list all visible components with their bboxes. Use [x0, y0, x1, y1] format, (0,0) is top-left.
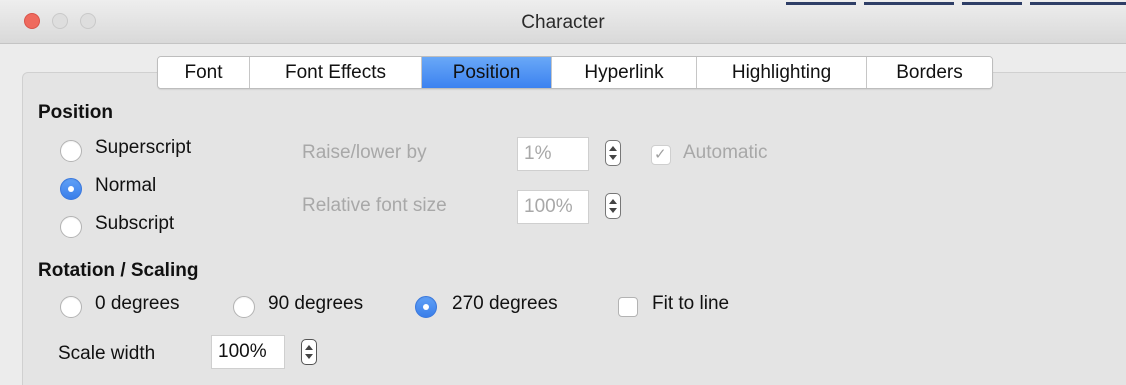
raise-lower-label: Raise/lower by — [302, 142, 427, 163]
raise-lower-stepper[interactable] — [605, 140, 621, 166]
checkmark-icon: ✓ — [654, 146, 667, 163]
title-bar: Character — [0, 0, 1126, 44]
relative-font-size-label: Relative font size — [302, 195, 447, 216]
rotation-0-label: 0 degrees — [95, 293, 180, 314]
tab-font[interactable]: Font — [158, 57, 250, 88]
rotation-90-label: 90 degrees — [268, 293, 364, 314]
rotation-270-radio[interactable] — [415, 296, 437, 318]
scale-width-stepper[interactable] — [301, 339, 317, 365]
rotation-90-radio[interactable] — [233, 296, 255, 318]
tab-bar: Font Font Effects Position Hyperlink Hig… — [157, 56, 993, 89]
rotation-scaling-heading: Rotation / Scaling — [38, 260, 199, 281]
relative-font-size-stepper[interactable] — [605, 193, 621, 219]
fit-to-line-label: Fit to line — [652, 293, 730, 314]
tab-hyperlink[interactable]: Hyperlink — [552, 57, 697, 88]
tab-position[interactable]: Position — [422, 57, 552, 88]
relative-font-size-input[interactable]: 100% — [517, 190, 589, 224]
automatic-label: Automatic — [683, 142, 768, 163]
normal-radio[interactable] — [60, 178, 82, 200]
superscript-label: Superscript — [95, 137, 192, 158]
tab-borders[interactable]: Borders — [867, 57, 992, 88]
content-panel — [22, 72, 1126, 385]
normal-label: Normal — [95, 175, 157, 196]
raise-lower-input[interactable]: 1% — [517, 137, 589, 171]
subscript-radio[interactable] — [60, 216, 82, 238]
subscript-label: Subscript — [95, 213, 175, 234]
scale-width-input[interactable]: 100% — [211, 335, 285, 369]
automatic-checkbox[interactable]: ✓ — [651, 145, 671, 165]
rotation-0-radio[interactable] — [60, 296, 82, 318]
rotation-270-label: 270 degrees — [452, 293, 558, 314]
title-bar-decoration — [786, 2, 1126, 5]
scale-width-label: Scale width — [58, 343, 156, 364]
tab-highlighting[interactable]: Highlighting — [697, 57, 867, 88]
fit-to-line-checkbox[interactable] — [618, 297, 638, 317]
position-heading: Position — [38, 102, 113, 123]
superscript-radio[interactable] — [60, 140, 82, 162]
tab-font-effects[interactable]: Font Effects — [250, 57, 422, 88]
window-title: Character — [521, 12, 605, 33]
